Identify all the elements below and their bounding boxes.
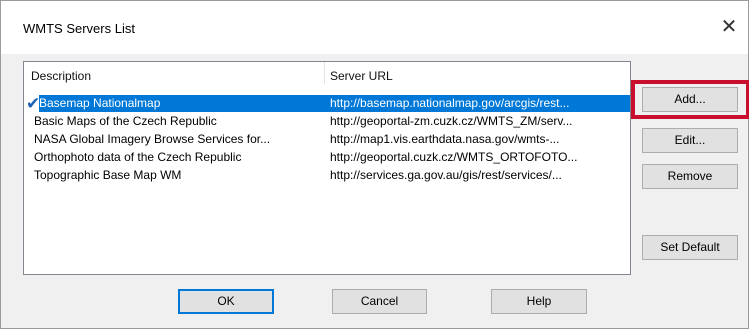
list-row[interactable]: Basic Maps of the Czech Republic http://… [24,113,630,130]
help-button[interactable]: Help [491,289,587,314]
list-row[interactable]: NASA Global Imagery Browse Services for.… [24,131,630,148]
row-url: http://map1.vis.earthdata.nasa.gov/wmts-… [330,132,560,146]
row-url: http://geoportal.cuzk.cz/WMTS_ORTOFOTO..… [330,150,578,164]
list-row[interactable]: Basemap Nationalmap http://basemap.natio… [39,95,630,112]
row-url: http://services.ga.gov.au/gis/rest/servi… [330,168,562,182]
remove-button[interactable]: Remove [642,164,738,189]
row-description: Basemap Nationalmap [39,96,161,110]
row-description: Topographic Base Map WM [34,168,182,182]
close-icon[interactable]: ✕ [716,13,742,39]
list-row[interactable]: Topographic Base Map WM http://services.… [24,167,630,184]
checkmark-icon: ✔ [26,94,41,114]
row-url: http://basemap.nationalmap.gov/arcgis/re… [330,96,570,110]
column-header-server-url[interactable]: Server URL [330,69,393,83]
wmts-servers-dialog: WMTS Servers List ✕ Description Server U… [0,0,749,329]
list-header: Description Server URL [24,62,630,84]
window-title: WMTS Servers List [23,21,135,36]
row-url: http://geoportal-zm.cuzk.cz/WMTS_ZM/serv… [330,114,573,128]
ok-button[interactable]: OK [178,289,274,314]
title-bar: WMTS Servers List ✕ [1,1,748,54]
row-description: Orthophoto data of the Czech Republic [34,150,242,164]
servers-list[interactable]: Description Server URL ✔ Basemap Nationa… [23,61,631,275]
column-header-description[interactable]: Description [31,69,91,83]
cancel-button[interactable]: Cancel [332,289,427,314]
add-button-highlight [631,80,749,119]
edit-button[interactable]: Edit... [642,128,738,153]
column-separator[interactable] [324,62,325,84]
row-description: NASA Global Imagery Browse Services for.… [34,132,271,146]
list-row[interactable]: Orthophoto data of the Czech Republic ht… [24,149,630,166]
set-default-button[interactable]: Set Default [642,235,738,260]
row-description: Basic Maps of the Czech Republic [34,114,217,128]
